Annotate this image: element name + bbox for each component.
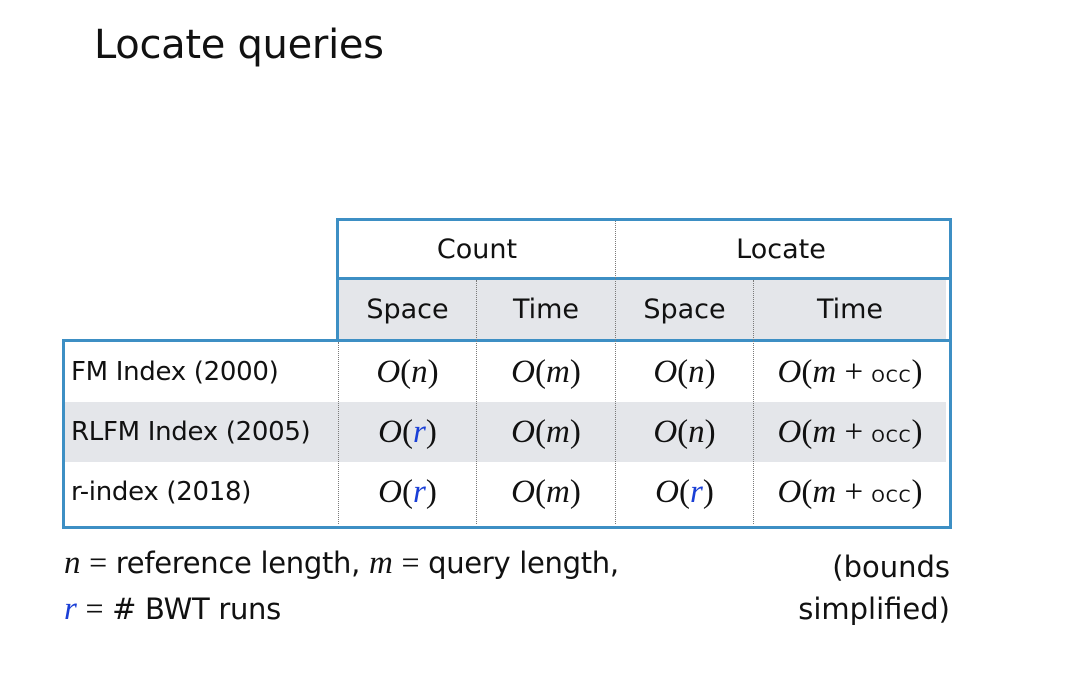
big-o: O xyxy=(777,473,802,510)
complexity-expression: O(r) xyxy=(378,413,437,450)
cell-count-space: O(r) xyxy=(339,402,476,462)
subheader-count-space: Space xyxy=(366,294,449,325)
complexity-variable: m xyxy=(812,473,837,510)
cell-locate-space: O(n) xyxy=(616,342,753,402)
subheader-locate-time: Time xyxy=(816,294,884,325)
complexity-variable: n xyxy=(688,413,705,450)
big-o: O xyxy=(653,353,678,390)
complexity-variable: m xyxy=(546,353,570,390)
complexity-expression: O(m + occ) xyxy=(777,353,923,390)
subheader-count-time: Time xyxy=(512,294,580,325)
big-o: O xyxy=(777,413,802,450)
cell-locate-space: O(n) xyxy=(616,402,753,462)
occ-term: occ xyxy=(871,479,912,508)
var-m: m xyxy=(368,545,393,581)
complexity-expression: O(m) xyxy=(511,353,581,390)
plus-sign: + xyxy=(844,353,864,390)
equals-sign: = xyxy=(401,544,420,580)
plus-sign: + xyxy=(844,413,864,450)
cell-count-time: O(m) xyxy=(477,462,615,522)
row-label: FM Index (2000) xyxy=(71,357,279,387)
slide-title: Locate queries xyxy=(94,22,384,68)
cell-locate-time: O(m + occ) xyxy=(754,402,946,462)
equals-sign: = xyxy=(89,544,107,580)
complexity-expression: O(m) xyxy=(511,473,581,510)
note-reference-length: reference length, xyxy=(115,546,361,580)
big-o: O xyxy=(511,353,535,390)
complexity-expression: O(m) xyxy=(511,413,581,450)
var-r: r xyxy=(64,591,77,627)
bounds-note: (bounds simplified) xyxy=(798,546,950,630)
complexity-variable: n xyxy=(688,353,705,390)
big-o: O xyxy=(378,413,402,450)
big-o: O xyxy=(655,473,679,510)
complexity-expression: O(n) xyxy=(653,353,716,390)
big-o: O xyxy=(378,473,402,510)
big-o: O xyxy=(511,473,535,510)
bounds-note-line-2: simplified) xyxy=(798,592,950,626)
equals-sign: = xyxy=(85,590,104,626)
cell-locate-space: O(r) xyxy=(616,462,753,522)
complexity-variable: r xyxy=(690,473,703,510)
note-bwt-runs: # BWT runs xyxy=(112,592,281,626)
complexity-expression: O(n) xyxy=(653,413,716,450)
big-o: O xyxy=(511,413,535,450)
cell-count-time: O(m) xyxy=(477,342,615,402)
complexity-expression: O(r) xyxy=(378,473,437,510)
subheader-locate-space: Space xyxy=(643,294,726,325)
complexity-expression: O(m + occ) xyxy=(777,413,923,450)
complexity-variable: r xyxy=(413,473,426,510)
row-label: RLFM Index (2005) xyxy=(71,417,311,447)
note-line-2: r = # BWT runs xyxy=(64,590,281,628)
complexity-expression: O(n) xyxy=(376,353,439,390)
complexity-variable: n xyxy=(411,353,428,390)
row-label: r-index (2018) xyxy=(71,477,252,507)
big-o: O xyxy=(777,353,802,390)
occ-term: occ xyxy=(871,419,912,448)
occ-term: occ xyxy=(871,359,912,388)
group-header-count: Count xyxy=(436,233,518,265)
complexity-variable: m xyxy=(546,413,570,450)
complexity-expression: O(r) xyxy=(655,473,714,510)
var-n: n xyxy=(64,545,81,581)
cell-count-space: O(r) xyxy=(339,462,476,522)
plus-sign: + xyxy=(844,473,864,510)
note-line-1: n = reference length, m = query length, xyxy=(64,544,619,582)
cell-locate-time: O(m + occ) xyxy=(754,342,946,402)
cell-count-space: O(n) xyxy=(339,342,476,402)
cell-count-time: O(m) xyxy=(477,402,615,462)
cell-locate-time: O(m + occ) xyxy=(754,462,946,522)
note-query-length: query length, xyxy=(428,546,619,580)
big-o: O xyxy=(653,413,678,450)
complexity-expression: O(m + occ) xyxy=(777,473,923,510)
complexity-variable: m xyxy=(812,413,837,450)
complexity-variable: r xyxy=(413,413,426,450)
complexity-variable: m xyxy=(546,473,570,510)
bounds-note-line-1: (bounds xyxy=(832,550,950,584)
complexity-variable: m xyxy=(812,353,837,390)
group-header-locate: Locate xyxy=(736,233,826,265)
big-o: O xyxy=(376,353,401,390)
